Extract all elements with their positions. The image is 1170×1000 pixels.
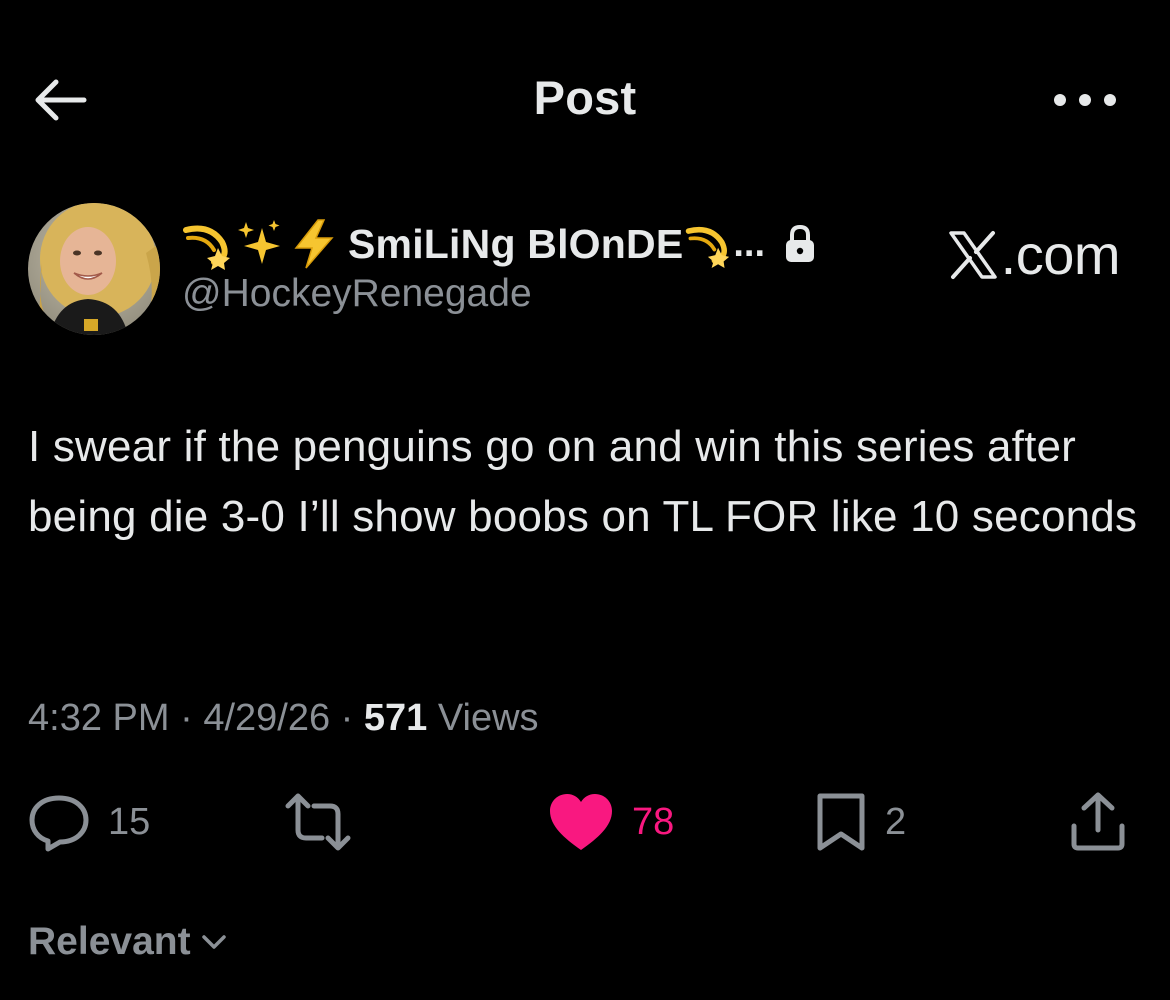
avatar[interactable]: [28, 203, 160, 335]
bookmark-icon: [817, 793, 865, 851]
post-time[interactable]: 4:32 PM: [28, 697, 170, 739]
meta-separator: ·: [330, 697, 364, 739]
dizzy-emoji-trailing-icon: [683, 220, 731, 268]
high-voltage-emoji-icon: [288, 218, 340, 270]
x-logo-icon: [948, 230, 997, 279]
sort-label: Relevant: [28, 920, 191, 963]
meta-separator: ·: [169, 697, 204, 739]
source-label: .com: [947, 222, 1121, 287]
reply-icon: [29, 795, 89, 852]
avatar-photo: [28, 203, 160, 335]
post-date[interactable]: 4/29/26: [203, 697, 330, 739]
sparkles-emoji-icon: [234, 218, 286, 270]
source-domain: .com: [1000, 223, 1121, 286]
repost-button[interactable]: [282, 792, 372, 852]
author-handle[interactable]: @HockeyRenegade: [182, 272, 532, 316]
repost-icon: [285, 793, 351, 851]
share-icon: [1071, 792, 1125, 851]
page-title: Post: [533, 71, 637, 124]
dizzy-emoji-icon: [180, 218, 232, 270]
post-meta: 4:32 PM · 4/29/26 · 571 Views: [28, 697, 539, 740]
author-name-row[interactable]: SmiLiNg BlOnDE ...: [180, 216, 817, 272]
author-display-name: SmiLiNg BlOnDE: [348, 220, 684, 267]
reply-button[interactable]: 15: [28, 792, 150, 852]
share-button[interactable]: [1068, 792, 1128, 852]
lock-icon: [786, 224, 815, 262]
views-count: 571: [363, 697, 428, 739]
like-button[interactable]: 78: [548, 792, 674, 852]
chevron-down-icon: [201, 935, 226, 949]
reply-count: 15: [108, 800, 151, 843]
more-horizontal-icon: [1054, 94, 1116, 106]
post-text: I swear if the penguins go on and win th…: [28, 422, 1138, 541]
sort-replies-dropdown[interactable]: Relevant: [28, 920, 227, 964]
more-options-button[interactable]: [1050, 90, 1120, 110]
name-truncation: ...: [733, 222, 766, 265]
like-count: 78: [632, 800, 675, 843]
bookmark-count: 2: [885, 800, 907, 843]
views-label: Views: [427, 697, 539, 739]
heart-filled-icon: [550, 794, 612, 850]
post-page: Post SmiLiNg BlOnDE ... @HockeyRenegade …: [0, 0, 1170, 1000]
bookmark-button[interactable]: 2: [815, 792, 906, 852]
